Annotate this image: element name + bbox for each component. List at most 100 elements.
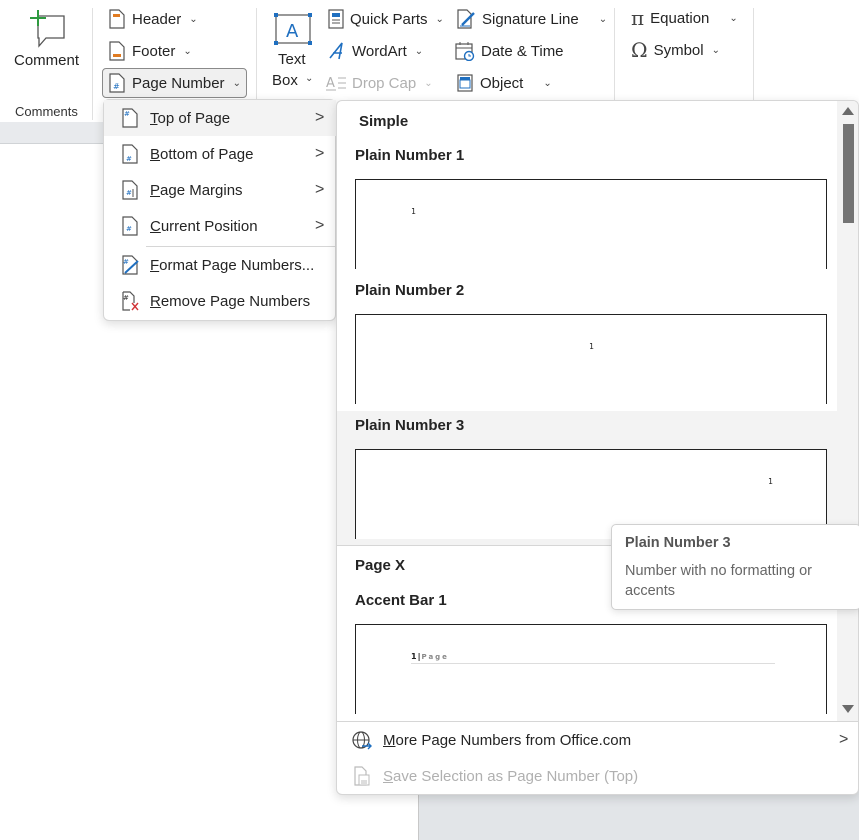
signature-line-icon [457,9,475,29]
preview-accent-bar: 1|Page [411,652,449,661]
page-number-current-icon: # [122,216,138,236]
preview-page-number: 1 [589,342,594,351]
menu-item-remove-page-numbers[interactable]: # Remove Page Numbers [104,283,336,319]
globe-arrow-icon [352,731,372,750]
gallery-item-plain-number-2[interactable]: Plain Number 2 1 [337,276,837,411]
signature-line-label: Signature Line [482,10,579,28]
quick-parts-button[interactable]: Quick Parts ⌄ [328,9,444,29]
tooltip-title: Plain Number 3 [625,535,731,551]
page-number-icon: # [109,73,125,93]
chevron-right-icon: > [315,181,325,198]
chevron-down-icon: ⌄ [729,12,738,24]
symbol-button[interactable]: Ω Symbol ⌄ [631,38,720,62]
chevron-down-icon: ⌄ [543,77,552,89]
page-number-menu: # Top of Page > # Bottom of Page > # Pag… [103,99,336,321]
wordart-button[interactable]: WordArt ⌄ [328,41,423,61]
object-icon [457,74,473,92]
page-number-bottom-icon: # [122,144,138,164]
group-separator [614,8,615,100]
quick-parts-label: Quick Parts [350,10,428,28]
svg-text:A: A [286,21,299,42]
page-number-button[interactable]: # Page Number ⌄ [108,73,241,93]
omega-icon: Ω [631,38,648,62]
text-box-label-line2: Box [272,72,298,89]
gallery-item-preview: 1 [355,314,827,404]
remove-page-numbers-icon: # [122,291,139,311]
gallery-section-page-x: Page X [355,557,406,574]
save-to-gallery-icon [354,766,370,786]
object-button[interactable]: Object ⌄ [456,73,552,93]
gallery-item-title: Accent Bar 1 [355,592,447,609]
comment-button[interactable]: Comment [8,6,86,72]
gallery-item-plain-number-1[interactable]: Plain Number 1 1 [337,141,837,276]
signature-line-button[interactable]: Signature Line ⌄ [456,9,607,29]
svg-text:#: # [126,225,132,233]
footer-icon [109,41,125,61]
menu-item-label: Format Page Numbers... [150,256,315,274]
pi-icon: π [631,6,645,30]
preview-page-number: 1 [768,477,773,486]
menu-item-format-page-numbers[interactable]: # Format Page Numbers... [104,247,336,283]
tooltip: Plain Number 3 Number with no formatting… [611,524,859,610]
gallery-item-preview: 1 [355,179,827,269]
gallery-scrollbar[interactable] [837,101,858,721]
header-icon [109,9,125,29]
gallery-item-title: Plain Number 1 [355,147,465,164]
equation-button[interactable]: π Equation ⌄ [631,6,738,30]
chevron-right-icon: > [315,217,325,234]
svg-text:#: # [123,294,129,302]
calendar-clock-icon [455,42,475,61]
group-separator [256,8,257,100]
svg-text:#: # [126,189,132,197]
menu-item-label: Top of Page [150,109,231,127]
preview-page-number: 1 [411,207,416,216]
menu-item-page-margins[interactable]: # Page Margins > [104,172,336,208]
gallery-item-title: Plain Number 3 [355,417,465,434]
equation-label: Equation [650,9,710,27]
object-label: Object [480,74,524,92]
scroll-up-arrow-icon[interactable] [842,107,854,115]
page-number-margins-icon: # [122,180,138,200]
menu-item-label: Bottom of Page [150,145,254,163]
chevron-down-icon: ⌄ [598,13,608,25]
tooltip-description: Number with no formatting or accents [625,563,812,599]
group-separator [753,8,754,100]
chevron-down-icon: ⌄ [305,73,314,84]
menu-item-label: Current Position [150,217,258,235]
chevron-down-icon: ⌄ [424,77,433,89]
wordart-label: WordArt [352,42,407,60]
comments-group-label: Comments [15,104,78,119]
svg-text:A: A [326,76,335,91]
drop-cap-icon: A [326,76,346,91]
menu-item-top-of-page[interactable]: # Top of Page > [104,100,336,136]
scroll-down-arrow-icon[interactable] [842,705,854,713]
gallery-section-simple: Simple [359,113,409,130]
format-page-numbers-icon: # [122,255,139,275]
gallery-item-title: Plain Number 2 [355,282,465,299]
group-separator [92,8,93,120]
date-time-button[interactable]: Date & Time [455,41,564,61]
save-selection-button[interactable]: Save Selection as Page Number (Top) [337,758,858,794]
svg-text:#: # [124,110,130,118]
footer-label: Footer [132,42,176,60]
header-button[interactable]: Header ⌄ [108,9,198,29]
scrollbar-thumb[interactable] [843,124,854,223]
svg-text:#: # [126,155,132,163]
text-box-icon: A [274,13,312,45]
svg-text:#: # [123,258,129,266]
wordart-icon [329,42,343,60]
menu-item-label: Remove Page Numbers [150,292,311,310]
menu-item-current-position[interactable]: # Current Position > [104,208,336,244]
preview-rule [411,663,775,664]
drop-cap-label: Drop Cap [352,74,417,92]
text-box-button[interactable]: A Text Box ⌄ [268,10,318,90]
page-number-label: Page Number [132,74,225,92]
footer-button[interactable]: Footer ⌄ [108,41,192,61]
drop-cap-button[interactable]: A Drop Cap ⌄ [326,73,433,93]
quick-parts-icon [328,9,344,29]
more-page-numbers-button[interactable]: More Page Numbers from Office.com > [337,722,858,758]
menu-item-bottom-of-page[interactable]: # Bottom of Page > [104,136,336,172]
page-number-gallery: Simple Plain Number 1 1 Plain Number 2 1… [336,100,859,795]
chevron-down-icon: ⌄ [183,45,192,57]
header-label: Header [132,10,182,28]
